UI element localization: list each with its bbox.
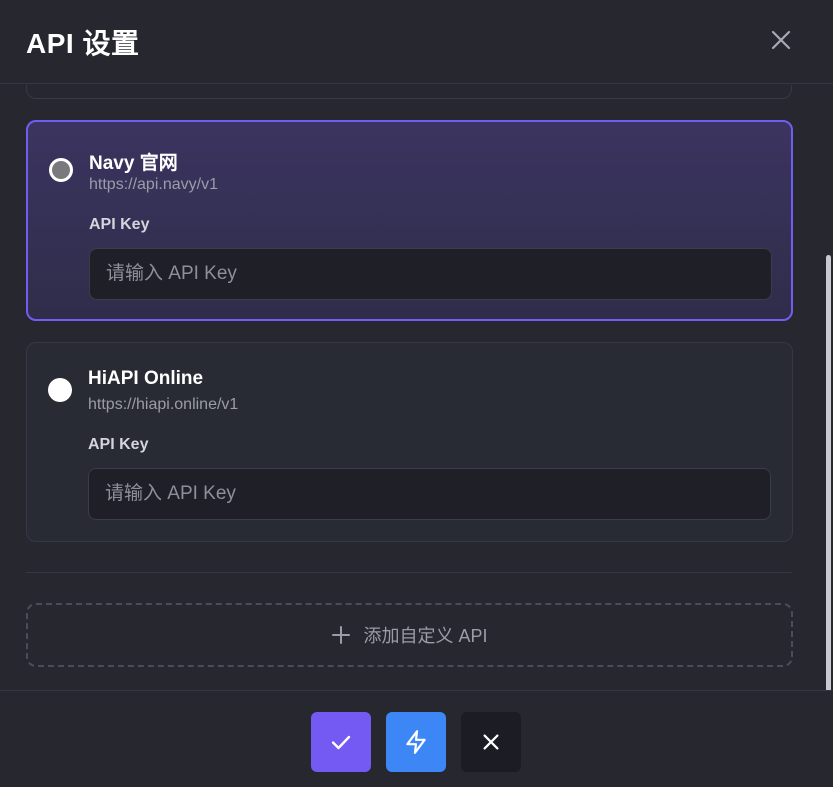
provider-name: HiAPI Online [88, 368, 204, 389]
check-icon [331, 735, 351, 750]
api-key-input[interactable] [88, 468, 771, 520]
provider-url: https://api.navy/v1 [89, 176, 218, 193]
provider-list: Navy 官网 https://api.navy/v1 API Key HiAP… [0, 85, 833, 690]
confirm-button[interactable] [311, 712, 371, 772]
close-icon [771, 30, 791, 50]
api-key-label: API Key [89, 216, 150, 233]
api-settings-dialog: API 设置 Navy 官网 https://api.navy/v1 API K… [0, 0, 833, 787]
provider-card-partial [26, 85, 792, 99]
scrollbar-thumb[interactable] [826, 255, 831, 690]
plus-icon [332, 626, 351, 644]
dialog-footer [0, 690, 833, 787]
api-key-input[interactable] [89, 248, 772, 300]
provider-card-navy[interactable]: Navy 官网 https://api.navy/v1 API Key [26, 120, 793, 321]
provider-radio[interactable] [48, 378, 72, 402]
add-custom-api-button[interactable]: 添加自定义 API [26, 603, 793, 667]
api-key-label: API Key [88, 436, 149, 453]
test-connection-button[interactable] [386, 712, 446, 772]
dialog-header: API 设置 [0, 0, 833, 84]
provider-url: https://hiapi.online/v1 [88, 396, 239, 413]
close-icon [483, 734, 499, 750]
divider [26, 572, 792, 573]
cancel-button[interactable] [461, 712, 521, 772]
provider-name: Navy 官网 [89, 153, 178, 174]
close-button[interactable] [769, 28, 793, 52]
add-custom-api-label: 添加自定义 API [363, 626, 488, 646]
dialog-title: API 设置 [26, 28, 140, 59]
lightning-icon [406, 730, 426, 754]
provider-card-hiapi[interactable]: HiAPI Online https://hiapi.online/v1 API… [26, 342, 793, 542]
provider-radio-selected[interactable] [49, 158, 73, 182]
